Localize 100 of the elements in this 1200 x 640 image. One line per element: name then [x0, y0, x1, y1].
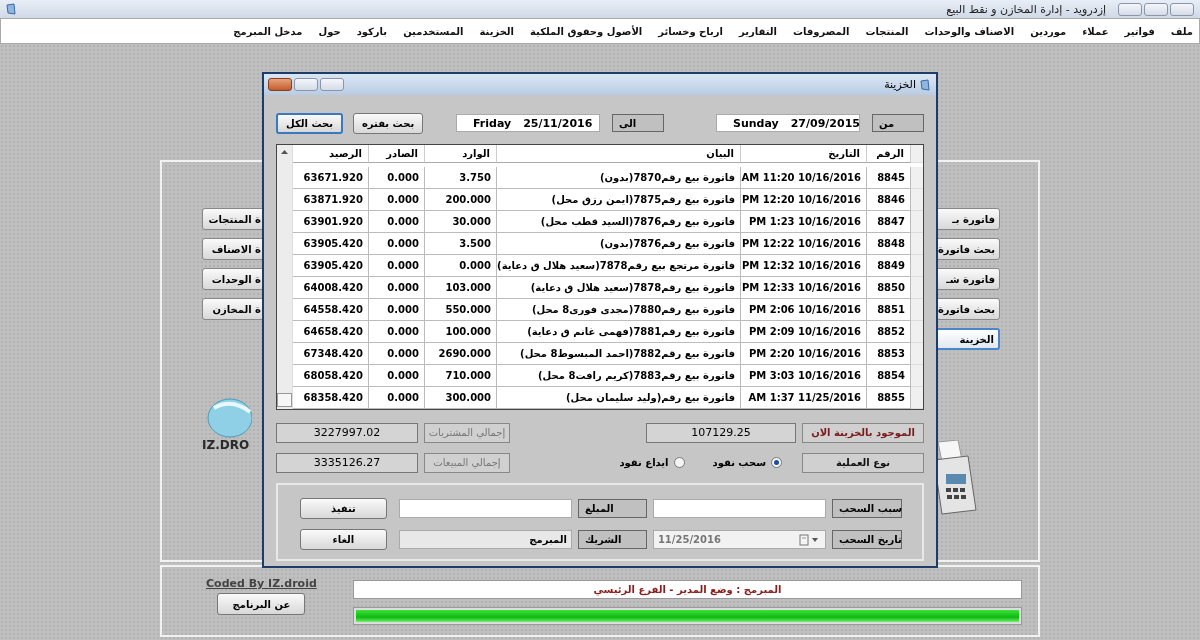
- table-cell: 100.000: [425, 321, 497, 343]
- restore-button[interactable]: [294, 78, 318, 91]
- date-picker[interactable]: 11/25/2016: [652, 530, 826, 549]
- menu-item[interactable]: الخزينة: [479, 25, 515, 37]
- menu-item[interactable]: المنتجات: [865, 25, 909, 37]
- menu-item[interactable]: المصروفات: [792, 25, 850, 37]
- table-cell: AM 1:37 11/25/2016: [741, 387, 867, 409]
- minimize-button[interactable]: [320, 78, 344, 91]
- table-cell: PM 12:22 10/16/2016: [741, 233, 867, 255]
- date-picker[interactable]: Sunday 27/09/2015: [716, 114, 860, 132]
- amount-field[interactable]: [398, 499, 572, 518]
- row-header[interactable]: [911, 343, 923, 365]
- table-cell: 550.000: [425, 299, 497, 321]
- dialog-title: الخزينة: [884, 78, 916, 91]
- app-icon: [6, 3, 16, 15]
- row-header[interactable]: [911, 299, 923, 321]
- row-header[interactable]: [911, 145, 923, 163]
- row-header[interactable]: [911, 211, 923, 233]
- balance-value: 107129.25: [646, 422, 796, 443]
- reason-field[interactable]: [652, 499, 826, 518]
- column-header[interactable]: البيان: [497, 145, 741, 163]
- row-header[interactable]: [911, 189, 923, 211]
- search-period-button[interactable]: بحث بفتره: [352, 112, 424, 134]
- row-header[interactable]: [911, 321, 923, 343]
- menu-item[interactable]: الأصول وحقوق الملكية: [530, 25, 643, 37]
- table-cell: 30.000: [425, 211, 497, 233]
- search-all-button[interactable]: بحث الكل: [276, 112, 343, 134]
- table-cell: 103.000: [425, 277, 497, 299]
- table-cell: فاتورة بيع رقم7881(فهمى غانم ق دعاية): [497, 321, 741, 343]
- table-cell: فاتورة مرتجع بيع رقم7878(سعيد هلال ق دعاية): [497, 255, 741, 277]
- table-cell: 3.500: [425, 233, 497, 255]
- table-cell: 63905.420: [293, 233, 369, 255]
- row-header[interactable]: [911, 387, 923, 409]
- status-text: المبرمج : وضع المدير - الفرع الرئيسي: [352, 580, 1022, 599]
- table-cell: فاتورة بيع رقم(وليد سليمان محل): [497, 387, 741, 409]
- close-button[interactable]: [1170, 2, 1194, 16]
- purchases-label: إجمالي المشتريات: [424, 422, 510, 443]
- row-header[interactable]: [911, 167, 923, 189]
- row-header[interactable]: [911, 365, 923, 387]
- table-cell: 64008.420: [293, 277, 369, 299]
- date-picker[interactable]: Friday 25/11/2016: [456, 114, 600, 132]
- table-cell: 0.000: [369, 343, 425, 365]
- table-cell: 0.000: [369, 233, 425, 255]
- menu-item[interactable]: ارباح وخسائر: [658, 25, 723, 37]
- calendar-dropdown-icon[interactable]: [799, 533, 821, 546]
- menu-item[interactable]: فواتير: [1124, 25, 1155, 37]
- table-cell: فاتورة بيع رقم7876(السيد قطب محل): [497, 211, 741, 233]
- menu-item[interactable]: مدخل المبرمج: [233, 25, 303, 37]
- partner-field[interactable]: المبرمج: [398, 530, 572, 549]
- menu-item[interactable]: الاصناف والوحدات: [924, 25, 1015, 37]
- column-header[interactable]: الصادر: [369, 145, 425, 163]
- menu-item[interactable]: التقارير: [739, 25, 777, 37]
- execute-button[interactable]: تنفيذ: [300, 498, 387, 519]
- row-header[interactable]: [911, 255, 923, 277]
- app-icon: [920, 78, 930, 91]
- table-cell: فاتورة بيع رقم7883(كريم رافت8 محل): [497, 365, 741, 387]
- credit-link[interactable]: Coded By IZ.droid: [206, 577, 317, 590]
- close-button[interactable]: [268, 78, 292, 91]
- column-header[interactable]: الرصيد: [293, 145, 369, 163]
- column-header[interactable]: التاريخ: [741, 145, 867, 163]
- reason-label: سبب السحب: [832, 499, 902, 518]
- radio-option[interactable]: سحب نقود: [712, 457, 782, 468]
- table-cell: فاتورة بيع رقم7876(بدون): [497, 233, 741, 255]
- row-header[interactable]: [911, 233, 923, 255]
- radio-icon[interactable]: [673, 457, 685, 468]
- date-label: تاريخ السحب: [832, 530, 902, 549]
- table-cell: PM 1:23 10/16/2016: [741, 211, 867, 233]
- minimize-button[interactable]: [1118, 2, 1142, 16]
- table-cell: PM 2:09 10/16/2016: [741, 321, 867, 343]
- table-cell: 0.000: [369, 189, 425, 211]
- table-cell: 63901.920: [293, 211, 369, 233]
- table-cell: 300.000: [425, 387, 497, 409]
- radio-option[interactable]: ايداع نقود: [619, 457, 685, 468]
- total-value: 3227997.02: [276, 422, 418, 443]
- table-cell: 0.000: [369, 277, 425, 299]
- sales-label: إجمالي المبيعات: [424, 452, 510, 473]
- scrollbar-thumb[interactable]: [277, 393, 292, 407]
- menu-item[interactable]: المستخدمين: [403, 25, 464, 37]
- cancel-button[interactable]: الغاء: [300, 529, 387, 550]
- table-cell: PM 3:03 10/16/2016: [741, 365, 867, 387]
- restore-button[interactable]: [1144, 2, 1168, 16]
- radio-icon[interactable]: [771, 457, 782, 468]
- table-cell: 68358.420: [293, 387, 369, 409]
- table-cell: 2690.000: [425, 343, 497, 365]
- about-button[interactable]: عن البرنامج: [217, 593, 306, 615]
- menu-item[interactable]: باركود: [356, 25, 388, 37]
- table-cell: فاتورة بيع رقم7878(سعيد هلال ق دعاية): [497, 277, 741, 299]
- logo-text: IZ.DRO: [202, 438, 250, 452]
- menu-item[interactable]: ملف: [1170, 25, 1193, 37]
- table-cell: فاتورة بيع رقم7870(بدون): [497, 167, 741, 189]
- table-cell: AM 11:20 10/16/2016: [741, 167, 867, 189]
- menu-item[interactable]: حول: [318, 25, 341, 37]
- table-cell: 0.000: [369, 255, 425, 277]
- table-cell: 0.000: [369, 211, 425, 233]
- menu-item[interactable]: موردين: [1030, 25, 1067, 37]
- table-cell: PM 12:33 10/16/2016: [741, 277, 867, 299]
- menu-item[interactable]: عملاء: [1082, 25, 1109, 37]
- table-cell: 64658.420: [293, 321, 369, 343]
- column-header[interactable]: الوارد: [425, 145, 497, 163]
- row-header[interactable]: [911, 277, 923, 299]
